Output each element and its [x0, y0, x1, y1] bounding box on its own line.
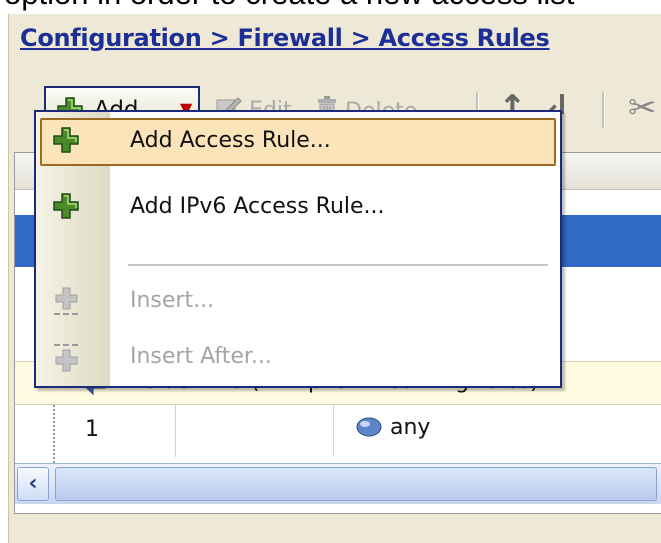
table-row[interactable]: 1 any: [15, 405, 661, 457]
menu-item-insert-after[interactable]: Insert After...: [36, 330, 560, 386]
breadcrumb[interactable]: Configuration > Firewall > Access Rules: [20, 24, 550, 52]
cut-icon[interactable]: ✂: [628, 88, 657, 128]
menu-item-label: Insert...: [130, 288, 215, 313]
scroll-left-icon[interactable]: ‹: [17, 467, 49, 501]
add-dropdown-menu: Add Access Rule... Add IPv6 Access Rule.…: [34, 110, 562, 388]
cell-divider: [333, 405, 334, 457]
menu-item-label: Add IPv6 Access Rule...: [130, 194, 385, 219]
menu-separator: [128, 264, 548, 267]
cell-divider: [175, 405, 176, 457]
horizontal-scrollbar[interactable]: ‹: [15, 463, 661, 504]
menu-item-insert[interactable]: Insert...: [36, 274, 560, 330]
destination-cell: any: [355, 415, 430, 440]
rule-number: 1: [85, 417, 99, 442]
insert-after-icon: [52, 342, 82, 382]
insert-icon: [52, 286, 82, 324]
menu-item-add-ipv6-access-rule[interactable]: Add IPv6 Access Rule...: [36, 180, 560, 236]
menu-item-add-access-rule[interactable]: Add Access Rule...: [36, 114, 560, 170]
destination-value: any: [390, 415, 431, 440]
instruction-caption: option in order to create a new access l…: [4, 0, 574, 12]
menu-item-label: Insert After...: [130, 344, 272, 369]
network-object-icon: [355, 415, 390, 440]
toolbar-divider: [602, 92, 605, 128]
menu-item-label: Add Access Rule...: [130, 128, 331, 153]
scrollbar-thumb[interactable]: [55, 467, 657, 501]
plus-icon: [52, 126, 80, 160]
plus-icon: [52, 192, 80, 226]
